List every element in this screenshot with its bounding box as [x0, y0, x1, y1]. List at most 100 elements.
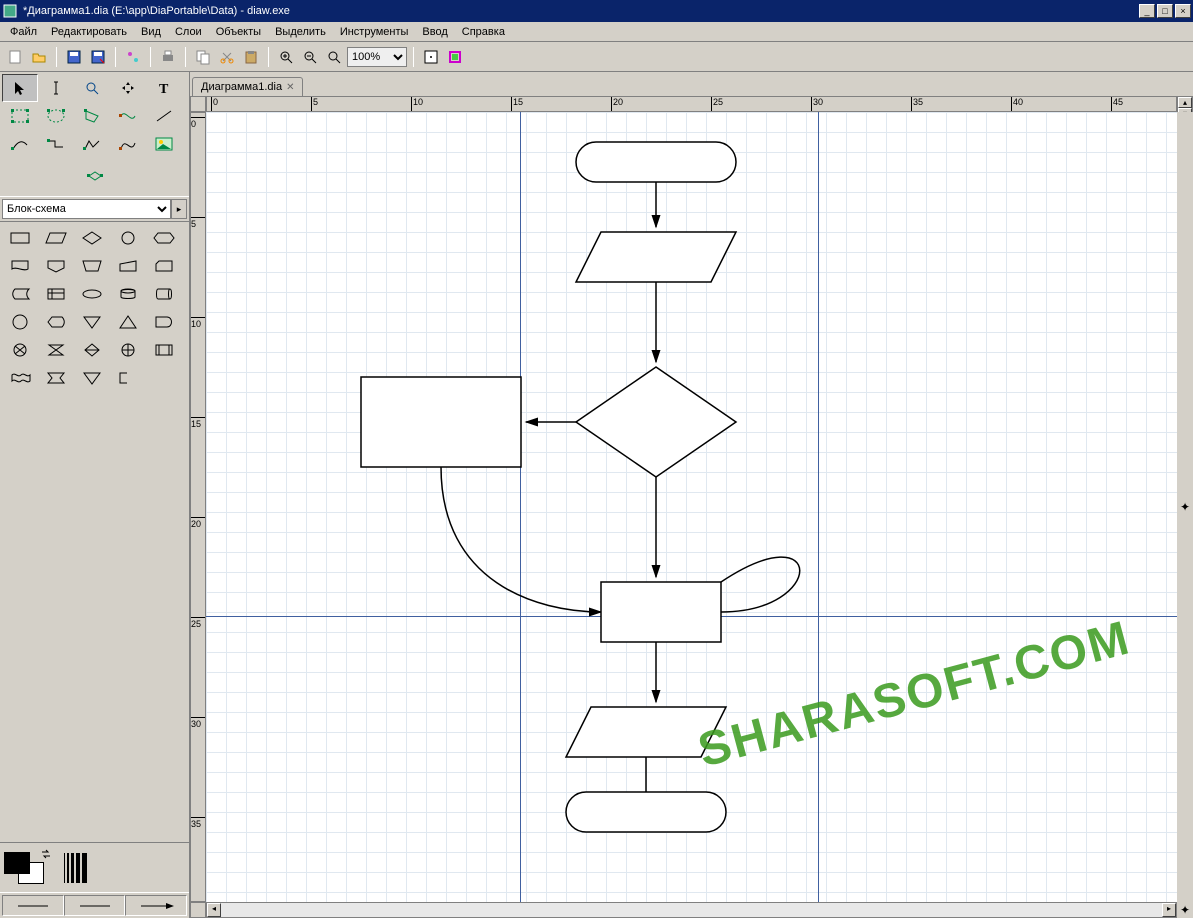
menu-layers[interactable]: Слои: [169, 24, 208, 40]
image-tool[interactable]: [146, 130, 182, 158]
line-end-arrow[interactable]: [125, 895, 187, 916]
scroll-corner[interactable]: ✦: [1177, 902, 1193, 918]
menu-tools[interactable]: Инструменты: [334, 24, 415, 40]
scroll-corner-nav[interactable]: ✦: [1177, 112, 1193, 902]
shape-annotation[interactable]: [110, 364, 146, 392]
scroll-right-button[interactable]: ▸: [1162, 903, 1176, 917]
canvas[interactable]: SHARASOFT.COM: [206, 112, 1177, 902]
shape-direct-data[interactable]: [146, 280, 182, 308]
grid-toggle-button[interactable]: [420, 46, 442, 68]
shape-tape[interactable]: [2, 364, 38, 392]
shape-process[interactable]: [2, 224, 38, 252]
polyline-tool[interactable]: [74, 130, 110, 158]
menu-edit[interactable]: Редактировать: [45, 24, 133, 40]
menu-objects[interactable]: Объекты: [210, 24, 267, 40]
scrollbar-horizontal[interactable]: ◂ ▸: [206, 902, 1177, 918]
menu-select[interactable]: Выделить: [269, 24, 332, 40]
menu-view[interactable]: Вид: [135, 24, 167, 40]
shape-stored-data[interactable]: [2, 280, 38, 308]
shape-terminator[interactable]: [74, 280, 110, 308]
stencil-menu-button[interactable]: ▸: [171, 199, 187, 219]
menu-input[interactable]: Ввод: [416, 24, 453, 40]
shape-input[interactable]: [576, 232, 736, 282]
scroll-left-button[interactable]: ◂: [207, 903, 221, 917]
shape-document[interactable]: [2, 252, 38, 280]
paste-button[interactable]: [240, 46, 262, 68]
shape-database[interactable]: [110, 280, 146, 308]
minimize-button[interactable]: _: [1139, 4, 1155, 18]
zoom-in-button[interactable]: [275, 46, 297, 68]
save-button[interactable]: [63, 46, 85, 68]
new-file-button[interactable]: [4, 46, 26, 68]
open-file-button[interactable]: [28, 46, 50, 68]
shape-extract[interactable]: [110, 308, 146, 336]
stencil-category-select[interactable]: Блок-схема: [2, 199, 171, 219]
shape-predefined[interactable]: [146, 336, 182, 364]
snap-toggle-button[interactable]: [444, 46, 466, 68]
bezier-tool[interactable]: [110, 130, 146, 158]
line-width-control[interactable]: [64, 853, 87, 883]
box-tool[interactable]: [2, 102, 38, 130]
shape-manual-op[interactable]: [74, 252, 110, 280]
shape-collate[interactable]: [38, 336, 74, 364]
copy-button[interactable]: [192, 46, 214, 68]
shape-data[interactable]: [38, 224, 74, 252]
zigzag-tool[interactable]: [38, 130, 74, 158]
beziergon-tool[interactable]: [110, 102, 146, 130]
text-tool[interactable]: T: [146, 74, 182, 102]
shape-internal-storage[interactable]: [38, 280, 74, 308]
shape-connector[interactable]: [110, 224, 146, 252]
shape-merge[interactable]: [74, 308, 110, 336]
scroll-up-button[interactable]: ▴: [1178, 97, 1192, 108]
zoom-select[interactable]: 100%: [347, 47, 407, 67]
shape-or[interactable]: [2, 336, 38, 364]
shape-circle-connector[interactable]: [2, 308, 38, 336]
scrollbar-vertical[interactable]: ▴ ▾: [1177, 96, 1193, 112]
swap-colors-icon[interactable]: [40, 848, 52, 860]
shape-offpage[interactable]: [38, 252, 74, 280]
polygon-tool[interactable]: [74, 102, 110, 130]
shape-preparation[interactable]: [146, 224, 182, 252]
ruler-horizontal[interactable]: 0 5 10 15 20 25 30 35 40 45: [206, 96, 1177, 112]
shape-output[interactable]: [566, 707, 726, 757]
shape-terminator-end[interactable]: [566, 792, 726, 832]
ellipse-tool[interactable]: [38, 102, 74, 130]
shape-loop[interactable]: [38, 364, 74, 392]
line-start-arrow[interactable]: [2, 895, 64, 916]
export-button[interactable]: [122, 46, 144, 68]
menu-file[interactable]: Файл: [4, 24, 43, 40]
pointer-tool[interactable]: [2, 74, 38, 102]
save-as-button[interactable]: [87, 46, 109, 68]
shape-decision[interactable]: [576, 367, 736, 477]
line-tool[interactable]: [146, 102, 182, 130]
ruler-vertical[interactable]: 0 5 10 15 20 25 30 35: [190, 112, 206, 902]
line-style[interactable]: [64, 895, 126, 916]
shape-decision[interactable]: [74, 224, 110, 252]
foreground-color[interactable]: [4, 852, 30, 874]
tab-close-icon[interactable]: ✕: [286, 82, 294, 93]
color-swatch[interactable]: [4, 852, 44, 884]
menu-help[interactable]: Справка: [456, 24, 511, 40]
shape-process-left[interactable]: [361, 377, 521, 467]
shape-terminator-start[interactable]: [576, 142, 736, 182]
shape-sum[interactable]: [110, 336, 146, 364]
shape-card[interactable]: [146, 252, 182, 280]
shape-process-2[interactable]: [601, 582, 721, 642]
shape-merge-down[interactable]: [74, 364, 110, 392]
shape-delay[interactable]: [146, 308, 182, 336]
cut-button[interactable]: [216, 46, 238, 68]
text-cursor-tool[interactable]: [38, 74, 74, 102]
print-button[interactable]: [157, 46, 179, 68]
scroll-tool[interactable]: [110, 74, 146, 102]
shape-manual-input[interactable]: [110, 252, 146, 280]
magnify-tool[interactable]: [74, 74, 110, 102]
outline-tool[interactable]: [77, 162, 113, 190]
zoom-out-button[interactable]: [299, 46, 321, 68]
shape-display[interactable]: [38, 308, 74, 336]
zoom-fit-button[interactable]: [323, 46, 345, 68]
arc-tool[interactable]: [2, 130, 38, 158]
close-button[interactable]: ×: [1175, 4, 1191, 18]
shape-sort[interactable]: [74, 336, 110, 364]
maximize-button[interactable]: □: [1157, 4, 1173, 18]
document-tab[interactable]: Диаграмма1.dia ✕: [192, 77, 303, 96]
